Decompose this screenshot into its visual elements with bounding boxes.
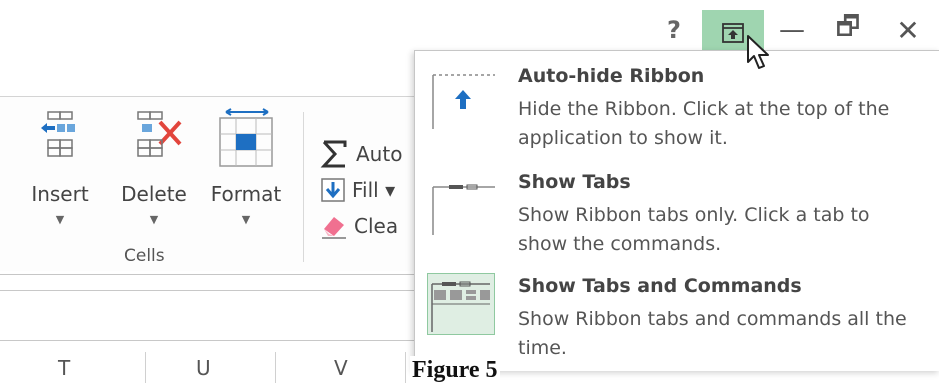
eraser-icon xyxy=(322,217,346,239)
fill-label: Fill ▾ xyxy=(352,178,396,202)
delete-label: Delete xyxy=(121,182,187,206)
ribbon-bottom-divider xyxy=(0,274,420,275)
selected-option-highlight xyxy=(427,273,495,335)
column-header[interactable]: T xyxy=(58,356,70,380)
figure-caption: Figure 5 xyxy=(410,356,500,384)
fill-down-icon xyxy=(321,178,345,202)
menu-item-show-tabs[interactable]: Show Tabs Show Ribbon tabs only. Click a… xyxy=(415,165,939,269)
ribbon-display-options-icon xyxy=(722,23,744,43)
group-separator xyxy=(303,112,304,262)
delete-cells-icon xyxy=(137,111,182,157)
clear-button[interactable]: Clea xyxy=(320,210,398,242)
minimize-button[interactable]: — xyxy=(770,10,814,50)
insert-dropdown-arrow[interactable]: ▼ xyxy=(20,213,100,226)
menu-item-description: Show Ribbon tabs and commands all the ti… xyxy=(518,308,907,359)
delete-dropdown-arrow[interactable]: ▼ xyxy=(114,213,194,226)
close-button[interactable]: ✕ xyxy=(886,10,930,50)
insert-label: Insert xyxy=(31,182,89,206)
column-separator xyxy=(405,352,406,383)
format-label: Format xyxy=(210,182,282,206)
column-separator xyxy=(145,352,146,383)
insert-cells-icon xyxy=(41,111,75,157)
formula-bar-bottom-line xyxy=(0,340,420,341)
format-dropdown-arrow[interactable]: ▼ xyxy=(202,213,290,226)
ribbon-display-options-menu: Auto-hide Ribbon Hide the Ribbon. Click … xyxy=(414,50,939,371)
fill-button[interactable]: Fill ▾ xyxy=(320,174,395,206)
help-button[interactable]: ? xyxy=(654,10,694,50)
show-tabs-and-commands-icon xyxy=(431,281,490,332)
autosum-label: Auto xyxy=(356,142,403,166)
column-header[interactable]: U xyxy=(196,356,211,380)
menu-item-description: Hide the Ribbon. Click at the top of the… xyxy=(518,98,890,149)
sigma-icon xyxy=(320,140,347,168)
menu-item-title: Show Tabs xyxy=(518,171,631,193)
ribbon-top-divider xyxy=(0,96,420,97)
format-cells-icon xyxy=(219,108,273,167)
column-header[interactable]: V xyxy=(334,356,348,380)
autosum-button[interactable]: Auto xyxy=(320,138,402,170)
menu-item-description: Show Ribbon tabs only. Click a tab to sh… xyxy=(518,204,870,255)
clear-label: Clea xyxy=(354,214,399,238)
column-separator xyxy=(275,352,276,383)
menu-item-title: Show Tabs and Commands xyxy=(518,275,802,297)
show-tabs-icon xyxy=(432,184,495,235)
cells-group-label: Cells xyxy=(124,246,165,266)
restore-button[interactable]: 🗗 xyxy=(826,10,870,50)
auto-hide-ribbon-icon xyxy=(432,74,495,129)
mouse-cursor-icon xyxy=(747,35,769,69)
menu-item-title: Auto-hide Ribbon xyxy=(518,65,705,87)
menu-item-auto-hide-ribbon[interactable]: Auto-hide Ribbon Hide the Ribbon. Click … xyxy=(415,59,939,163)
formula-bar-top-line xyxy=(0,290,420,291)
